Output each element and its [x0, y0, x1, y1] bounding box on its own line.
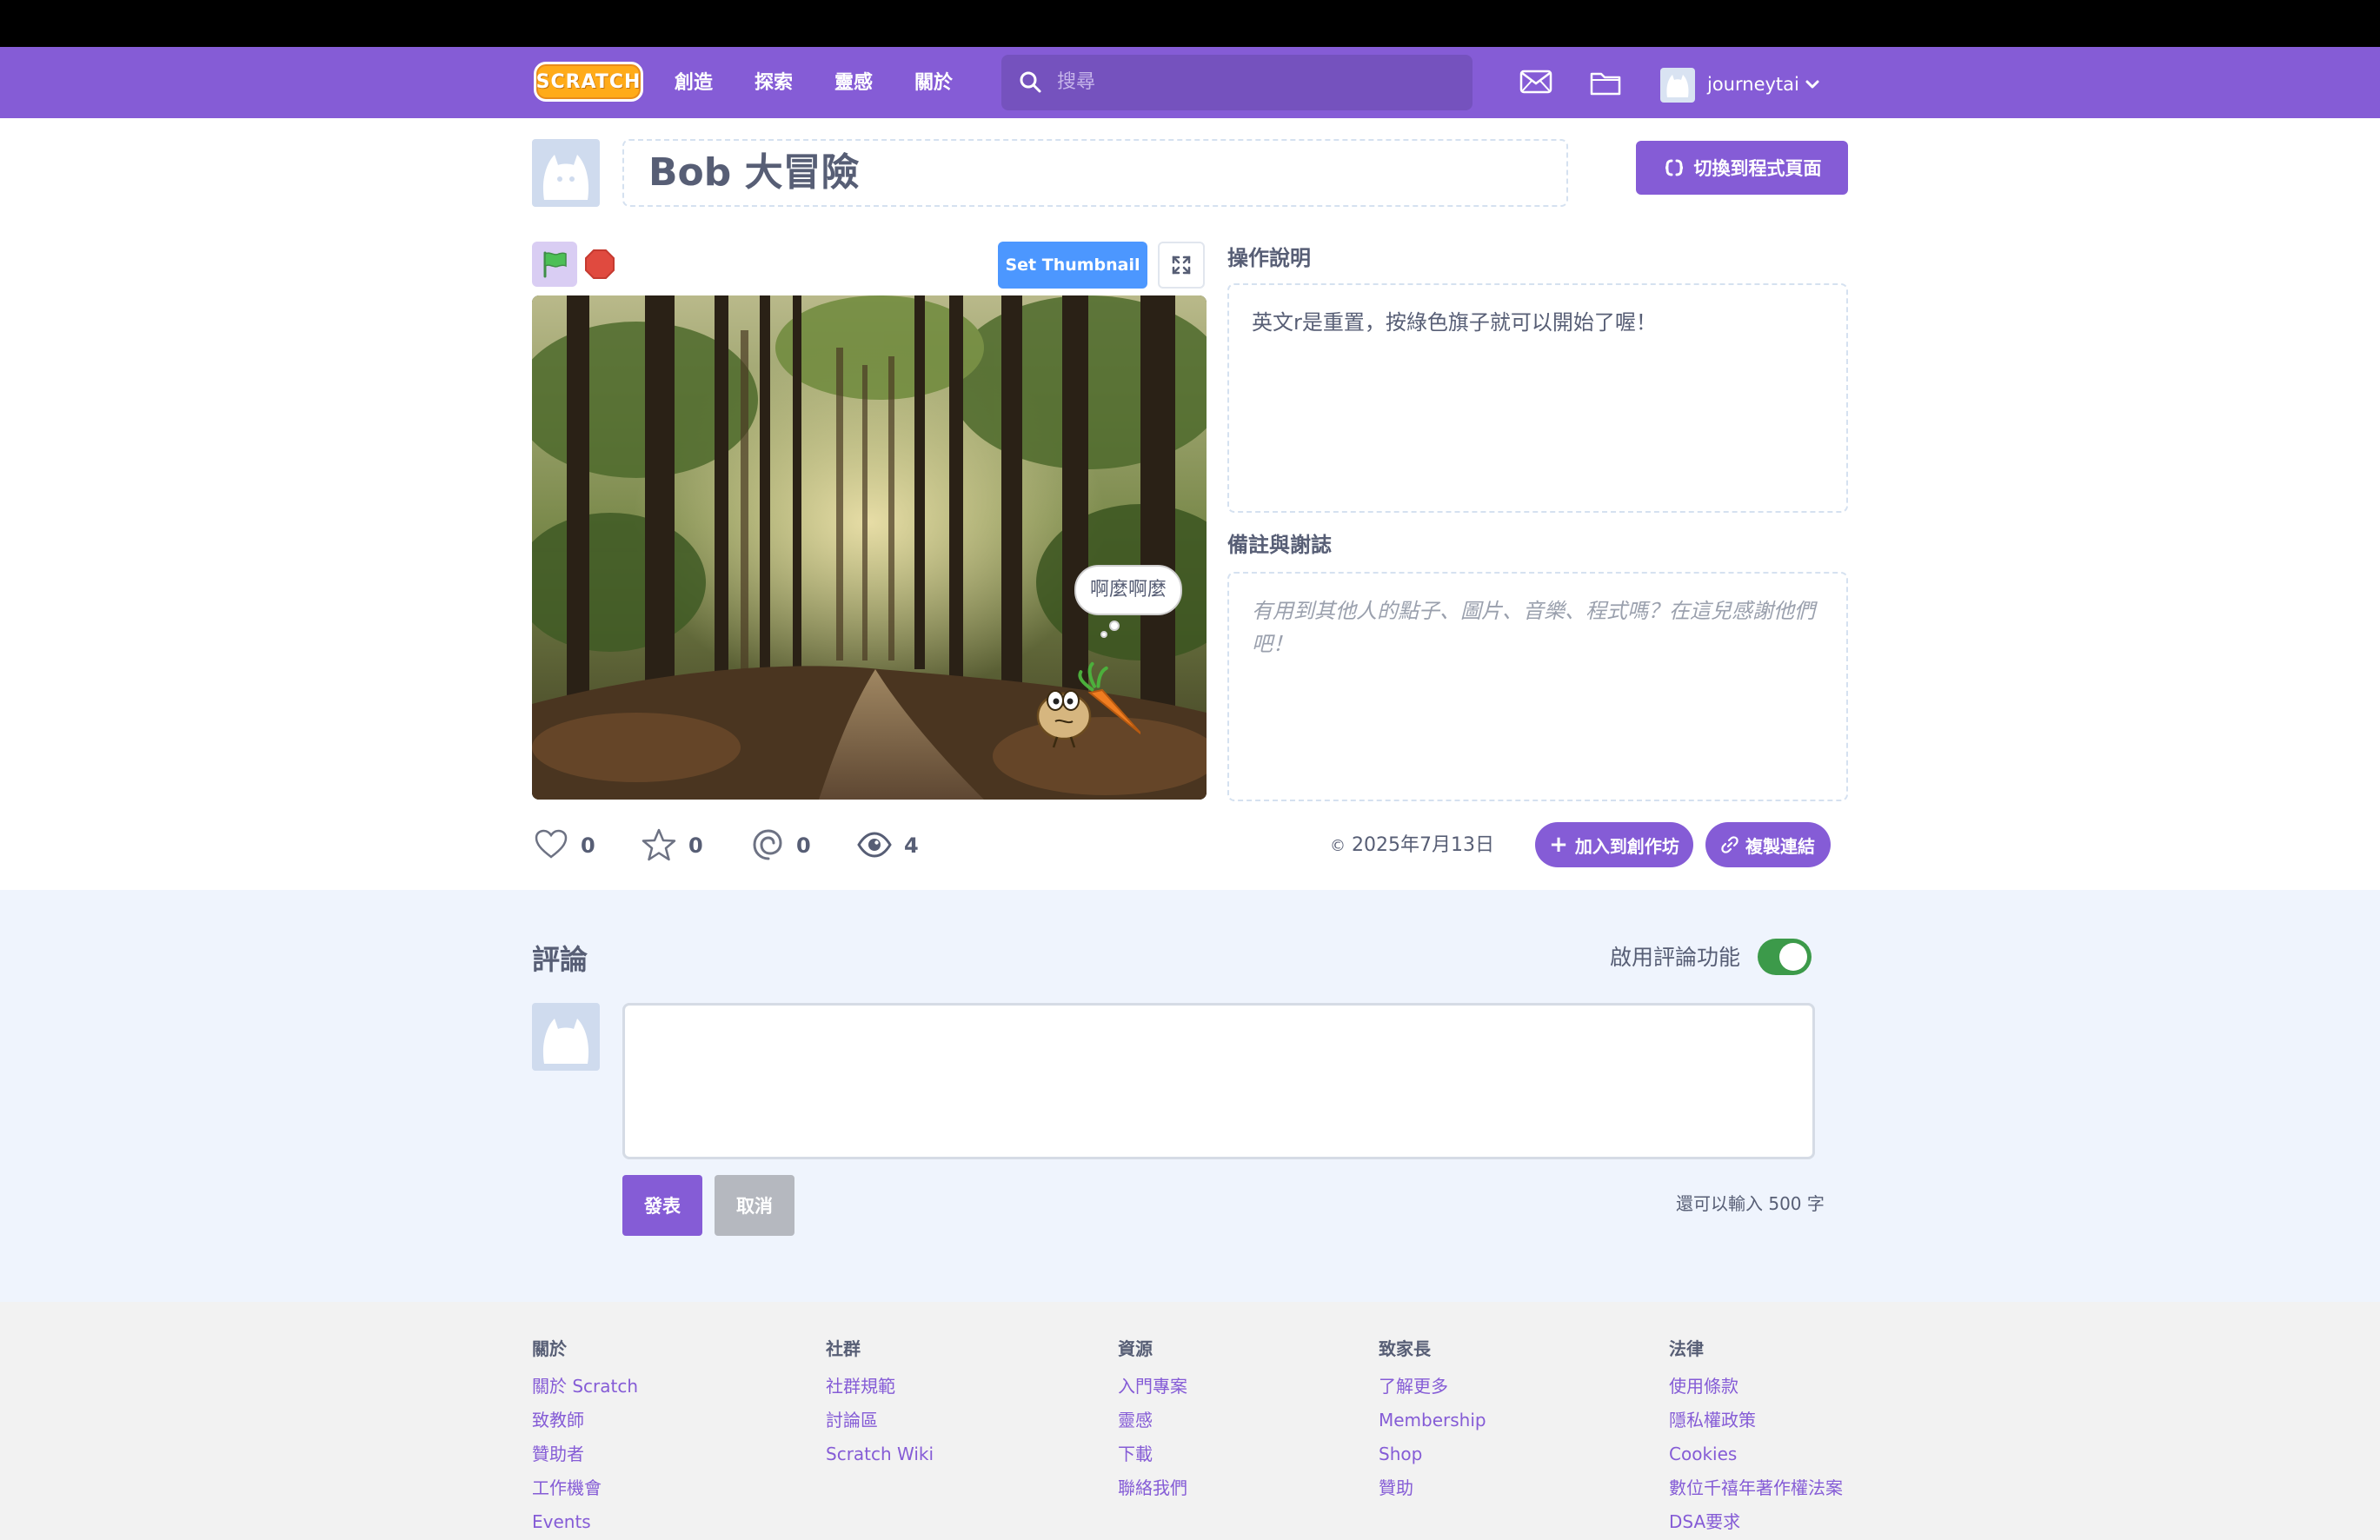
potato-sprite[interactable] [1019, 652, 1140, 756]
nav-about-link[interactable]: 關於 [914, 68, 953, 99]
green-flag-icon [543, 251, 567, 278]
nav-create-link[interactable]: 創造 [675, 68, 713, 99]
footer-column-about: 關於 關於 Scratch 致教師 贊助者 工作機會 Events [532, 1335, 638, 1539]
remix-icon [753, 829, 782, 860]
footer-link[interactable]: 聯絡我們 [1118, 1471, 1187, 1505]
view-count: 4 [904, 833, 919, 858]
footer [0, 1302, 2380, 1540]
bubble-tail-dot [1109, 621, 1120, 631]
footer-heading: 資源 [1118, 1338, 1153, 1359]
footer-link[interactable]: Shop [1379, 1437, 1486, 1471]
stop-button[interactable] [584, 249, 615, 280]
project-stage[interactable] [532, 295, 1207, 800]
footer-link[interactable]: 數位千禧年著作權法案 [1669, 1471, 1843, 1505]
footer-link[interactable]: 贊助者 [532, 1437, 638, 1471]
comments-toggle-switch[interactable] [1758, 939, 1812, 975]
fullscreen-button[interactable] [1158, 242, 1205, 289]
love-count: 0 [581, 833, 595, 858]
copy-link-button[interactable]: 複製連結 [1705, 822, 1831, 867]
char-count: 還可以輸入 500 字 [1676, 1193, 1825, 1214]
remix-count: 0 [796, 833, 811, 858]
footer-column-community: 社群 社群規範 討論區 Scratch Wiki [826, 1335, 934, 1471]
instructions-textarea[interactable]: 英文r是重置，按綠色旗子就可以開始了喔！ [1227, 283, 1848, 513]
footer-link[interactable]: Cookies [1669, 1437, 1843, 1471]
footer-link[interactable]: 隱私權政策 [1669, 1404, 1843, 1437]
eye-icon [857, 832, 892, 858]
footer-link[interactable]: Membership [1379, 1404, 1486, 1437]
folder-icon[interactable] [1589, 69, 1622, 96]
comment-textarea[interactable] [622, 1003, 1815, 1159]
favorite-count: 0 [688, 833, 703, 858]
search-icon [1020, 71, 1041, 93]
fullscreen-icon [1172, 256, 1191, 275]
copyright-icon: © [1330, 837, 1346, 855]
footer-link[interactable]: 靈感 [1118, 1404, 1187, 1437]
user-avatar[interactable] [1660, 68, 1695, 103]
code-swap-icon [1665, 159, 1683, 176]
chevron-down-icon[interactable] [1803, 75, 1822, 94]
comments-toggle-label: 啟用評論功能 [1610, 945, 1741, 970]
comments-title: 評論 [532, 943, 588, 976]
footer-column-resources: 資源 入門專案 靈感 下載 聯絡我們 [1118, 1335, 1187, 1505]
cancel-comment-button[interactable]: 取消 [715, 1175, 794, 1236]
add-to-studio-button[interactable]: + 加入到創作坊 [1535, 822, 1693, 867]
nav-ideas-link[interactable]: 靈感 [834, 68, 873, 99]
footer-link[interactable]: DSA要求 [1669, 1505, 1843, 1539]
star-icon[interactable] [642, 827, 676, 862]
username-label[interactable]: journeytai [1707, 70, 1799, 99]
footer-heading: 關於 [532, 1338, 567, 1359]
logo-text: SCRATCH [535, 70, 642, 93]
mail-icon[interactable] [1519, 69, 1552, 95]
commenter-avatar [532, 1003, 600, 1071]
footer-column-parents: 致家長 了解更多 Membership Shop 贊助 [1379, 1335, 1486, 1505]
footer-link[interactable]: 關於 Scratch [532, 1370, 638, 1404]
footer-link[interactable]: 討論區 [826, 1404, 934, 1437]
notes-textarea[interactable]: 有用到其他人的點子、圖片、音樂、程式嗎？在這兒感謝他們吧！ [1227, 572, 1848, 801]
bubble-tail-dot [1100, 631, 1107, 638]
speech-bubble: 啊麼啊麼 [1074, 565, 1182, 615]
instructions-label: 操作說明 [1227, 246, 1311, 270]
post-comment-button[interactable]: 發表 [622, 1175, 702, 1236]
footer-link[interactable]: 下載 [1118, 1437, 1187, 1471]
share-date: © 2025年7月13日 [1330, 830, 1494, 861]
footer-link[interactable]: 社群規範 [826, 1370, 934, 1404]
see-inside-label: 切換到程式頁面 [1693, 158, 1822, 179]
share-date-text: 2025年7月13日 [1352, 834, 1494, 856]
plus-icon: + [1549, 832, 1568, 858]
project-title-input[interactable]: Bob 大冒險 [622, 139, 1568, 207]
set-thumbnail-button[interactable]: Set Thumbnail [998, 242, 1147, 289]
footer-link[interactable]: 使用條款 [1669, 1370, 1843, 1404]
footer-link[interactable]: Scratch Wiki [826, 1437, 934, 1471]
footer-column-legal: 法律 使用條款 隱私權政策 Cookies 數位千禧年著作權法案 DSA要求 [1669, 1335, 1843, 1539]
footer-link[interactable]: 致教師 [532, 1404, 638, 1437]
footer-heading: 法律 [1669, 1338, 1704, 1359]
green-flag-button[interactable] [532, 242, 577, 287]
link-icon [1721, 836, 1738, 853]
nav-explore-link[interactable]: 探索 [755, 68, 793, 99]
copy-link-label: 複製連結 [1745, 835, 1815, 857]
footer-heading: 社群 [826, 1338, 861, 1359]
footer-link[interactable]: 工作機會 [532, 1471, 638, 1505]
footer-link[interactable]: 入門專案 [1118, 1370, 1187, 1404]
top-black-band [0, 0, 2380, 47]
footer-link[interactable]: 贊助 [1379, 1471, 1486, 1505]
footer-link[interactable]: Events [532, 1505, 638, 1539]
footer-heading: 致家長 [1379, 1338, 1431, 1359]
heart-icon[interactable] [534, 827, 568, 862]
add-to-studio-label: 加入到創作坊 [1574, 835, 1679, 857]
footer-link[interactable]: 了解更多 [1379, 1370, 1486, 1404]
notes-label: 備註與謝誌 [1227, 533, 1332, 557]
toggle-knob [1779, 943, 1807, 971]
project-owner-avatar[interactable] [532, 139, 600, 207]
scratch-logo[interactable]: SCRATCH [534, 62, 643, 102]
see-inside-button[interactable]: 切換到程式頁面 [1636, 141, 1848, 195]
search-placeholder: 搜尋 [1057, 71, 1096, 93]
